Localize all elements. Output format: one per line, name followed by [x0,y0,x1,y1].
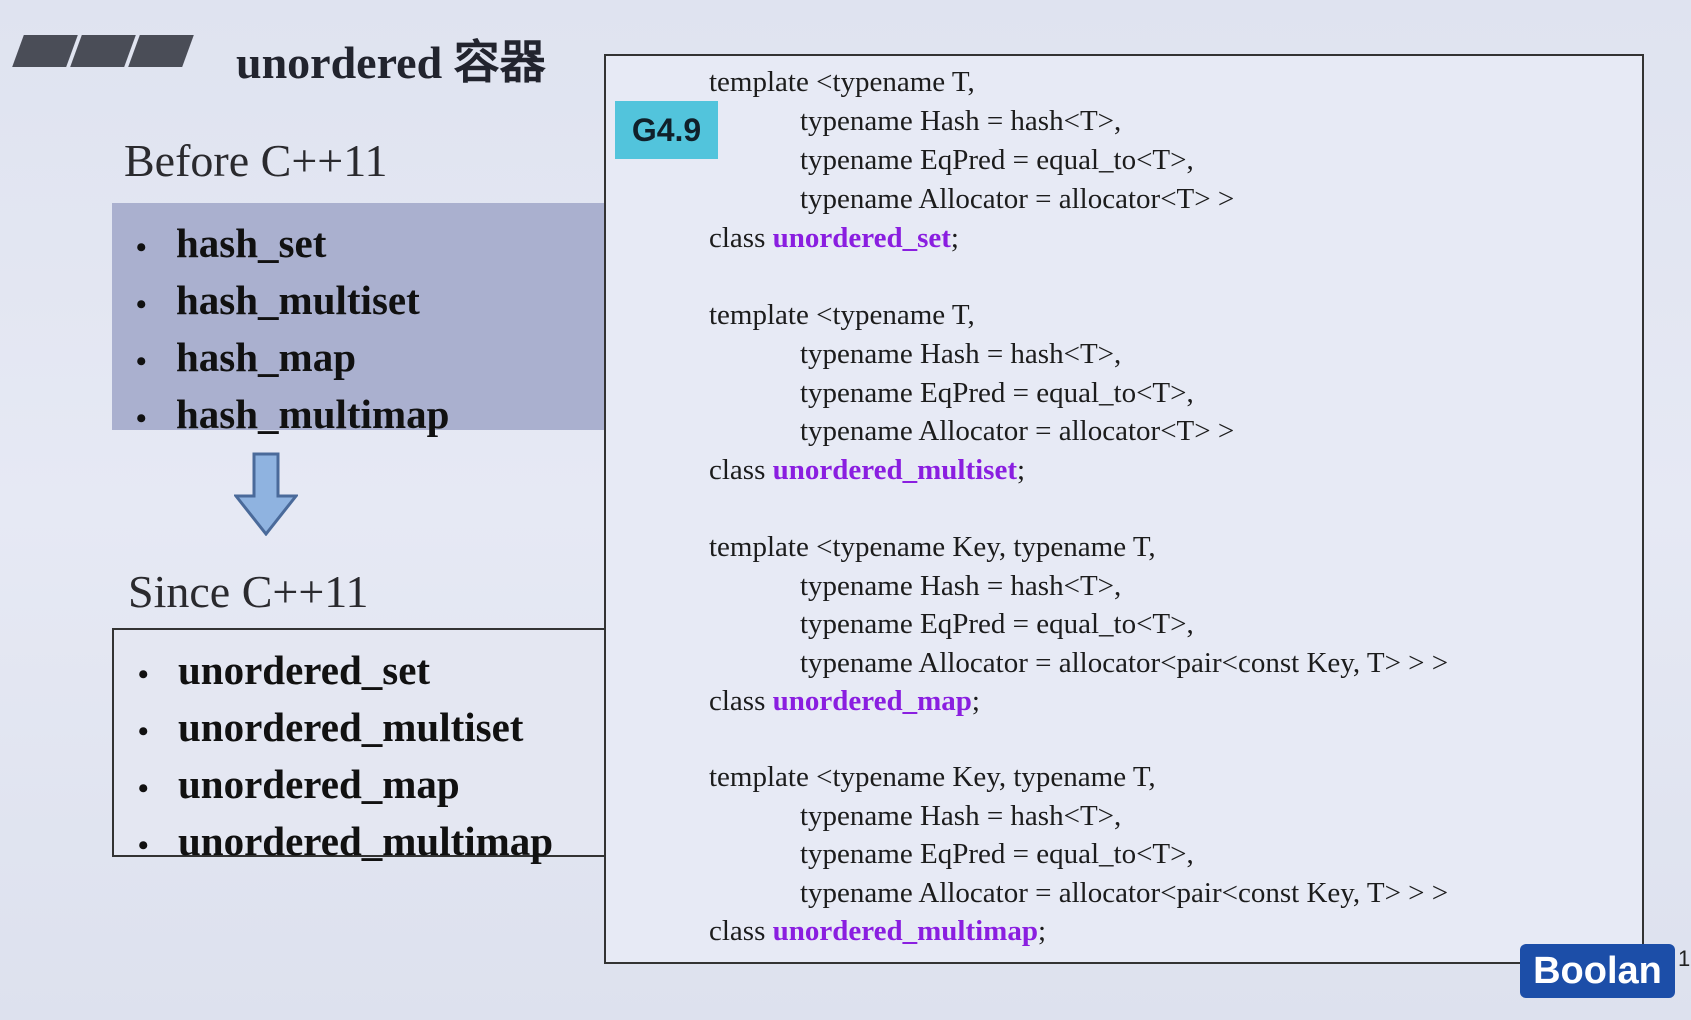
slide-title: unordered 容器 [236,37,546,88]
down-arrow-icon [234,452,298,536]
page-number: 1 [1678,946,1691,971]
class-name: unordered_map [772,685,972,717]
code-class-line: class unordered_map; [709,685,980,717]
list-item: • unordered_map [138,761,460,808]
code-line: template <typename Key, typename T, [709,761,1156,793]
list-item: • unordered_multiset [138,704,524,751]
code-line: typename Allocator = allocator<T> > [800,183,1235,215]
code-class-line: class unordered_multiset; [709,454,1026,486]
title-decoration [12,35,194,67]
class-name: unordered_multimap [772,915,1038,947]
code-line: typename EqPred = equal_to<T>, [800,838,1194,870]
code-line: typename Hash = hash<T>, [800,800,1122,832]
code-line: template <typename T, [709,299,975,331]
since-heading: Since C++11 [128,566,369,617]
code-line: template <typename T, [709,66,975,98]
code-line: typename Hash = hash<T>, [800,570,1122,602]
code-line: typename Allocator = allocator<pair<cons… [800,877,1449,909]
class-name: unordered_multiset [772,454,1017,486]
before-list: • hash_set • hash_multiset • hash_map • hash… [112,203,626,437]
code-line: typename EqPred = equal_to<T>, [800,608,1194,640]
boolan-logo: Boolan [1520,944,1675,998]
since-list: • unordered_set • unordered_multiset • unor… [112,628,626,864]
code-line: typename Allocator = allocator<T> > [800,415,1235,447]
code-class-line: class unordered_set; [709,222,959,254]
before-heading: Before C++11 [124,135,388,186]
list-item: • hash_map [136,334,357,381]
list-item: • unordered_set [138,647,431,693]
list-item: • hash_multimap [136,391,450,438]
list-item: • unordered_multimap [138,818,554,865]
code-class-line: class unordered_multimap; [709,915,1047,947]
list-item: • hash_set [136,220,327,266]
version-badge: G4.9 [615,101,718,159]
code-line: template <typename Key, typename T, [709,531,1156,563]
code-line: typename Hash = hash<T>, [800,338,1122,370]
code-line: typename EqPred = equal_to<T>, [800,377,1194,409]
list-item: • hash_multiset [136,277,420,324]
code-line: typename EqPred = equal_to<T>, [800,144,1194,176]
code-line: typename Allocator = allocator<pair<cons… [800,647,1449,679]
class-name: unordered_set [772,222,951,254]
code-line: typename Hash = hash<T>, [800,105,1122,137]
